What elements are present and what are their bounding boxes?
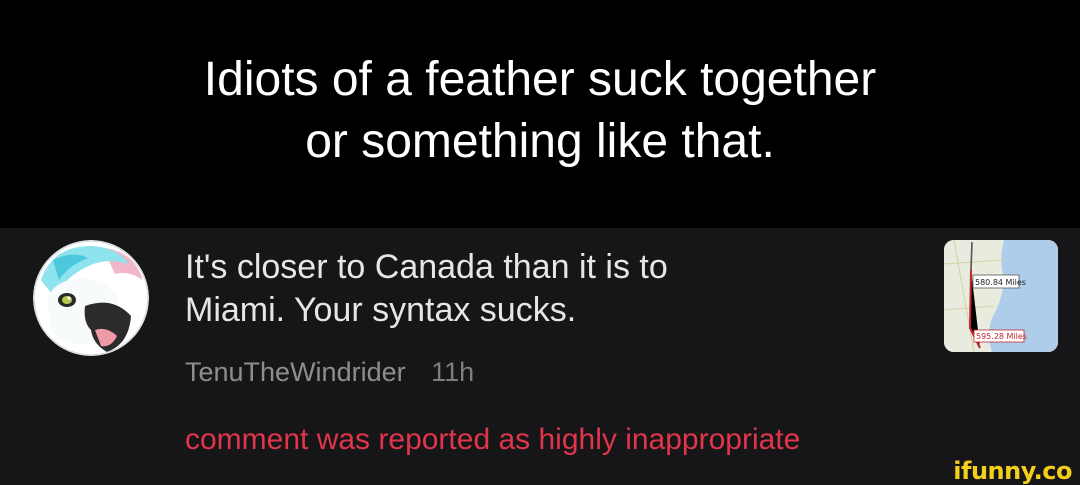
map-label-bottom: 595.28 Miles (976, 332, 1027, 341)
caption-text: Idiots of a feather suck together or som… (40, 49, 1040, 173)
meme-caption: Idiots of a feather suck together or som… (0, 0, 1080, 228)
user-avatar[interactable] (33, 240, 149, 356)
comment-meta: TenuTheWindrider 11h (185, 357, 474, 388)
map-icon: 580.84 Miles 595.28 Miles (944, 240, 1058, 352)
comment-body: It's closer to Canada than it is to Miam… (185, 246, 885, 332)
caption-line-1: Idiots of a feather suck together (203, 53, 877, 106)
ifunny-watermark: ifunny.co (953, 457, 1072, 485)
comment-line-2: Miami. Your syntax sucks. (185, 291, 577, 329)
caption-line-2: or something like that. (305, 115, 775, 168)
comment-timestamp: 11h (431, 357, 475, 387)
reported-notice: comment was reported as highly inappropr… (185, 423, 801, 456)
avatar-image (33, 240, 149, 356)
comment-username[interactable]: TenuTheWindrider (185, 357, 406, 387)
comment: It's closer to Canada than it is to Miam… (0, 228, 1080, 485)
map-label-top: 580.84 Miles (975, 278, 1026, 287)
comment-image-thumbnail[interactable]: 580.84 Miles 595.28 Miles (944, 240, 1058, 352)
comment-line-1: It's closer to Canada than it is to (185, 248, 668, 286)
